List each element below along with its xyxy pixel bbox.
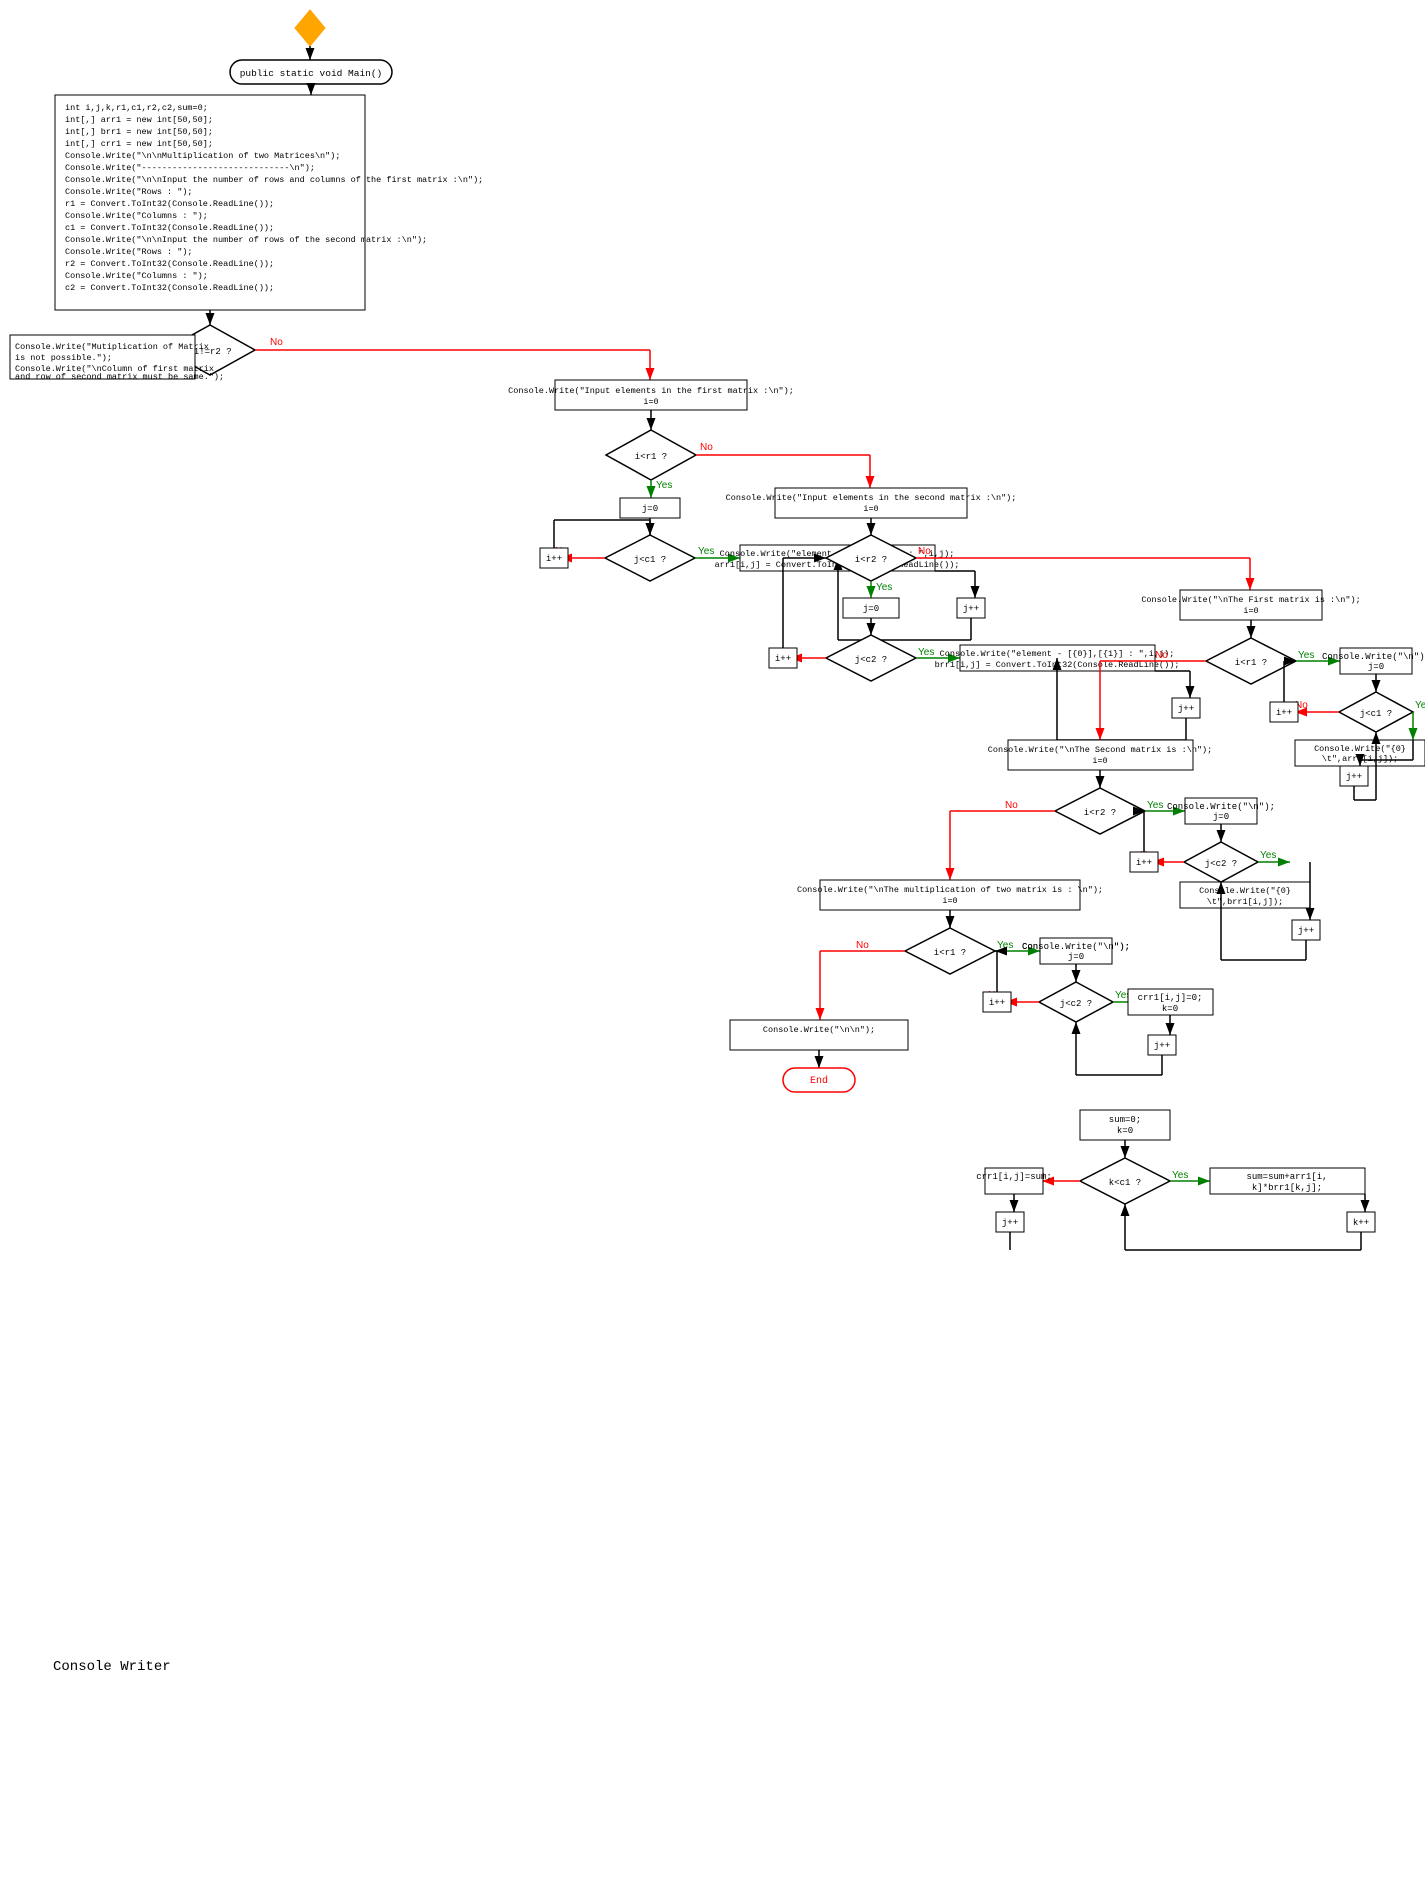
svg-text:Console.Write("{0}: Console.Write("{0} — [1199, 886, 1291, 896]
svg-text:Console.Write("\nThe Second ma: Console.Write("\nThe Second matrix is :\… — [988, 745, 1212, 755]
svg-text:j++: j++ — [1178, 704, 1194, 714]
svg-text:i=0: i=0 — [1092, 756, 1107, 766]
svg-text:j++: j++ — [963, 604, 979, 614]
svg-text:Console.Write("\n\nMultiplicat: Console.Write("\n\nMultiplication of two… — [65, 151, 340, 161]
svg-text:Console.Write("{0}: Console.Write("{0} — [1314, 744, 1406, 754]
svg-text:Yes: Yes — [1415, 700, 1425, 711]
svg-text:int i,j,k,r1,c1,r2,c2,sum=0;: int i,j,k,r1,c1,r2,c2,sum=0; — [65, 103, 208, 113]
svg-text:Yes: Yes — [876, 582, 892, 593]
svg-text:Console.Write("\n\nInput the n: Console.Write("\n\nInput the number of r… — [65, 235, 427, 245]
svg-text:i++: i++ — [989, 998, 1005, 1008]
svg-text:crr1[i,j]=0;: crr1[i,j]=0; — [1138, 993, 1203, 1003]
svg-text:k++: k++ — [1353, 1218, 1369, 1228]
svg-text:Yes: Yes — [656, 480, 672, 491]
svg-text:j=0: j=0 — [1213, 812, 1229, 822]
svg-text:j=0: j=0 — [642, 504, 658, 514]
svg-text:k=0: k=0 — [1117, 1126, 1133, 1136]
svg-text:i<r2 ?: i<r2 ? — [1084, 808, 1116, 818]
svg-text:i=0: i=0 — [942, 896, 957, 906]
svg-text:r2 = Convert.ToInt32(Console.R: r2 = Convert.ToInt32(Console.ReadLine())… — [65, 259, 274, 269]
svg-text:j++: j++ — [1002, 1218, 1018, 1228]
svg-text:r1 = Convert.ToInt32(Console.R: r1 = Convert.ToInt32(Console.ReadLine())… — [65, 199, 274, 209]
svg-text:j<c2 ?: j<c2 ? — [1060, 999, 1092, 1009]
svg-text:i++: i++ — [1136, 858, 1152, 868]
svg-text:c1 = Convert.ToInt32(Console.R: c1 = Convert.ToInt32(Console.ReadLine())… — [65, 223, 274, 233]
svg-text:Console.Write("---------------: Console.Write("-------------------------… — [65, 163, 315, 173]
svg-text:Yes: Yes — [698, 546, 714, 557]
svg-text:k]*brr1[k,j];: k]*brr1[k,j]; — [1252, 1183, 1322, 1193]
svg-text:\t",brr1[i,j]);: \t",brr1[i,j]); — [1207, 897, 1284, 907]
svg-text:sum=sum+arr1[i,: sum=sum+arr1[i, — [1246, 1172, 1327, 1182]
svg-text:Console.Write("Rows : ");: Console.Write("Rows : "); — [65, 187, 193, 197]
svg-text:j++: j++ — [1154, 1041, 1170, 1051]
svg-text:Console.Write("Columns : ");: Console.Write("Columns : "); — [65, 211, 208, 221]
svg-text:Console.Write("Rows : ");: Console.Write("Rows : "); — [65, 247, 193, 257]
svg-text:No: No — [1155, 650, 1168, 661]
svg-text:No: No — [700, 442, 713, 453]
svg-text:i++: i++ — [775, 654, 791, 664]
svg-text:int[,] arr1 = new int[50,50];: int[,] arr1 = new int[50,50]; — [65, 115, 213, 125]
svg-text:Console.Write("\n");: Console.Write("\n"); — [1022, 942, 1130, 952]
svg-text:i=0: i=0 — [1243, 606, 1258, 616]
svg-text:Yes: Yes — [1147, 800, 1163, 811]
svg-text:i++: i++ — [546, 554, 562, 564]
svg-text:j++: j++ — [1346, 772, 1362, 782]
footer-label: Console Writer — [53, 1659, 171, 1675]
svg-text:Console.Write("\n");: Console.Write("\n"); — [1167, 802, 1275, 812]
svg-text:j<c2 ?: j<c2 ? — [855, 655, 887, 665]
svg-text:Console.Write("Input elements: Console.Write("Input elements in the sec… — [726, 493, 1017, 503]
svg-text:k=0: k=0 — [1162, 1004, 1178, 1014]
svg-text:Console.Write("\n");: Console.Write("\n"); — [1322, 652, 1425, 662]
flowchart-svg: public static void Main() int i,j,k,r1,c… — [0, 0, 1425, 1902]
svg-text:Console.Write("element - [{0}]: Console.Write("element - [{0}],[{1}] : "… — [940, 649, 1175, 659]
svg-text:and row of second matrix must: and row of second matrix must be same.")… — [15, 372, 224, 382]
svg-text:Yes: Yes — [1260, 850, 1276, 861]
svg-text:Yes: Yes — [1298, 650, 1314, 661]
svg-text:i<r1 ?: i<r1 ? — [934, 948, 966, 958]
svg-text:Console.Write("\n\n");: Console.Write("\n\n"); — [763, 1025, 875, 1035]
svg-text:j=0: j=0 — [1368, 662, 1384, 672]
svg-text:Console.Write("Mutiplication o: Console.Write("Mutiplication of Matrix — [15, 342, 209, 352]
svg-text:End: End — [810, 1075, 828, 1087]
svg-text:Console.Write("Columns : ");: Console.Write("Columns : "); — [65, 271, 208, 281]
svg-text:Console.Write("\nThe multiplic: Console.Write("\nThe multiplication of t… — [797, 885, 1103, 895]
svg-text:No: No — [270, 337, 283, 348]
svg-text:j<c1 ?: j<c1 ? — [634, 555, 666, 565]
svg-text:i++: i++ — [1276, 708, 1292, 718]
svg-text:sum=0;: sum=0; — [1109, 1115, 1141, 1125]
svg-text:Console.Write("Input elements: Console.Write("Input elements in the fir… — [508, 386, 794, 396]
svg-text:No: No — [918, 546, 931, 557]
svg-text:int[,] brr1 = new int[50,50];: int[,] brr1 = new int[50,50]; — [65, 127, 213, 137]
flowchart-container: public static void Main() int i,j,k,r1,c… — [0, 0, 1425, 1902]
svg-text:Console.Write("\nThe First mat: Console.Write("\nThe First matrix is :\n… — [1141, 595, 1360, 605]
svg-text:i=0: i=0 — [643, 397, 658, 407]
svg-text:crr1[i,j]=sum;: crr1[i,j]=sum; — [976, 1172, 1052, 1182]
svg-text:No: No — [856, 940, 869, 951]
svg-text:j++: j++ — [1298, 926, 1314, 936]
svg-text:j<c2 ?: j<c2 ? — [1205, 859, 1237, 869]
svg-text:Yes: Yes — [997, 940, 1013, 951]
svg-text:j=0: j=0 — [863, 604, 879, 614]
svg-text:i<r1 ?: i<r1 ? — [635, 452, 667, 462]
svg-text:Yes: Yes — [918, 647, 934, 658]
svg-text:Console.Write("\n\nInput the n: Console.Write("\n\nInput the number of r… — [65, 175, 483, 185]
svg-text:Yes: Yes — [1172, 1170, 1188, 1181]
svg-text:i<r2 ?: i<r2 ? — [855, 555, 887, 565]
svg-text:public static void Main(): public static void Main() — [240, 68, 383, 79]
svg-text:int[,] crr1 = new int[50,50];: int[,] crr1 = new int[50,50]; — [65, 139, 213, 149]
svg-text:k<c1 ?: k<c1 ? — [1109, 1178, 1141, 1188]
svg-text:is not possible.");: is not possible."); — [15, 353, 112, 363]
svg-text:i=0: i=0 — [863, 504, 878, 514]
svg-text:No: No — [1005, 800, 1018, 811]
svg-text:j<c1 ?: j<c1 ? — [1360, 709, 1392, 719]
svg-text:i<r1 ?: i<r1 ? — [1235, 658, 1267, 668]
svg-text:c2 = Convert.ToInt32(Console.R: c2 = Convert.ToInt32(Console.ReadLine())… — [65, 283, 274, 293]
svg-text:j=0: j=0 — [1068, 952, 1084, 962]
